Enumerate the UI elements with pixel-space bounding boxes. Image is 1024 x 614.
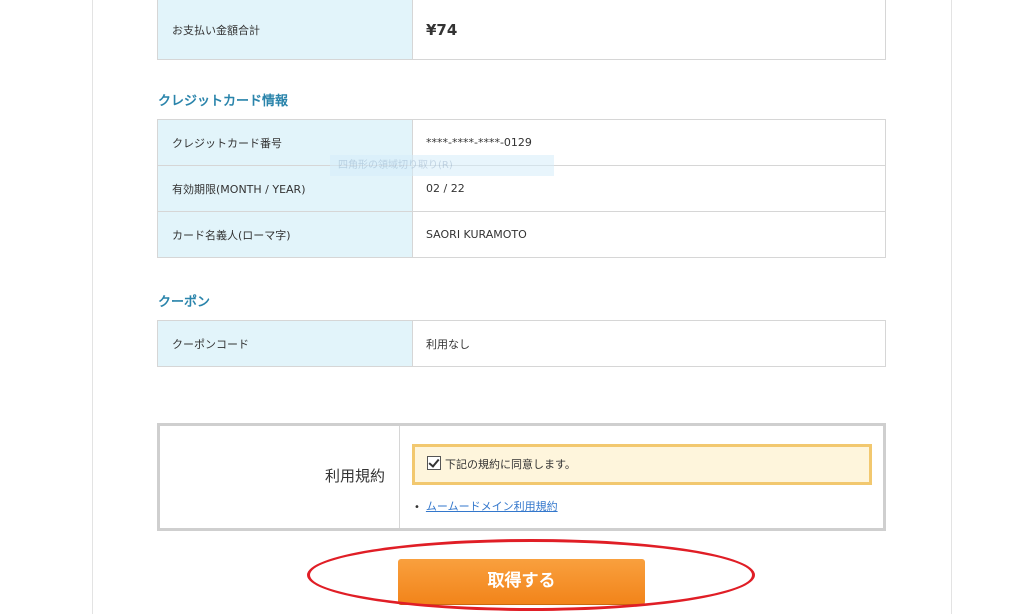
credit-card-heading: クレジットカード情報 [158, 94, 289, 109]
table-row: クーポンコード 利用なし [157, 320, 886, 367]
coupon-code-value: 利用なし [412, 320, 886, 367]
terms-label: 利用規約 [160, 426, 400, 528]
payment-summary-table: お支払い金額合計 ¥74 [157, 0, 886, 60]
cardholder-value: SAORI KURAMOTO [412, 211, 886, 258]
coupon-heading: クーポン [158, 295, 211, 310]
agree-text: 下記の規約に同意します。 [445, 458, 576, 471]
acquire-button[interactable]: 取得する [398, 559, 645, 604]
terms-box: 利用規約 下記の規約に同意します。 • ムームードメイン利用規約 [157, 423, 886, 531]
snip-tool-label: 四角形の領域切り取り(R) [338, 160, 453, 171]
total-label: お支払い金額合計 [157, 0, 413, 60]
table-row: カード名義人(ローマ字) SAORI KURAMOTO [157, 211, 886, 258]
cardholder-label: カード名義人(ローマ字) [157, 211, 413, 258]
table-row: お支払い金額合計 ¥74 [157, 0, 886, 60]
credit-card-table: クレジットカード番号 ****-****-****-0129 有効期限(MONT… [157, 119, 886, 258]
coupon-table: クーポンコード 利用なし [157, 320, 886, 367]
terms-link[interactable]: ムームードメイン利用規約 [426, 500, 558, 513]
coupon-code-label: クーポンコード [157, 320, 413, 367]
bullet-icon: • [414, 502, 420, 513]
total-value: ¥74 [412, 0, 886, 60]
agree-checkbox-row[interactable]: 下記の規約に同意します。 [412, 444, 872, 485]
agree-checkbox[interactable] [427, 456, 441, 470]
snip-tool-overlay: 四角形の領域切り取り(R) [330, 155, 554, 176]
terms-link-item: • ムームードメイン利用規約 [414, 498, 558, 514]
